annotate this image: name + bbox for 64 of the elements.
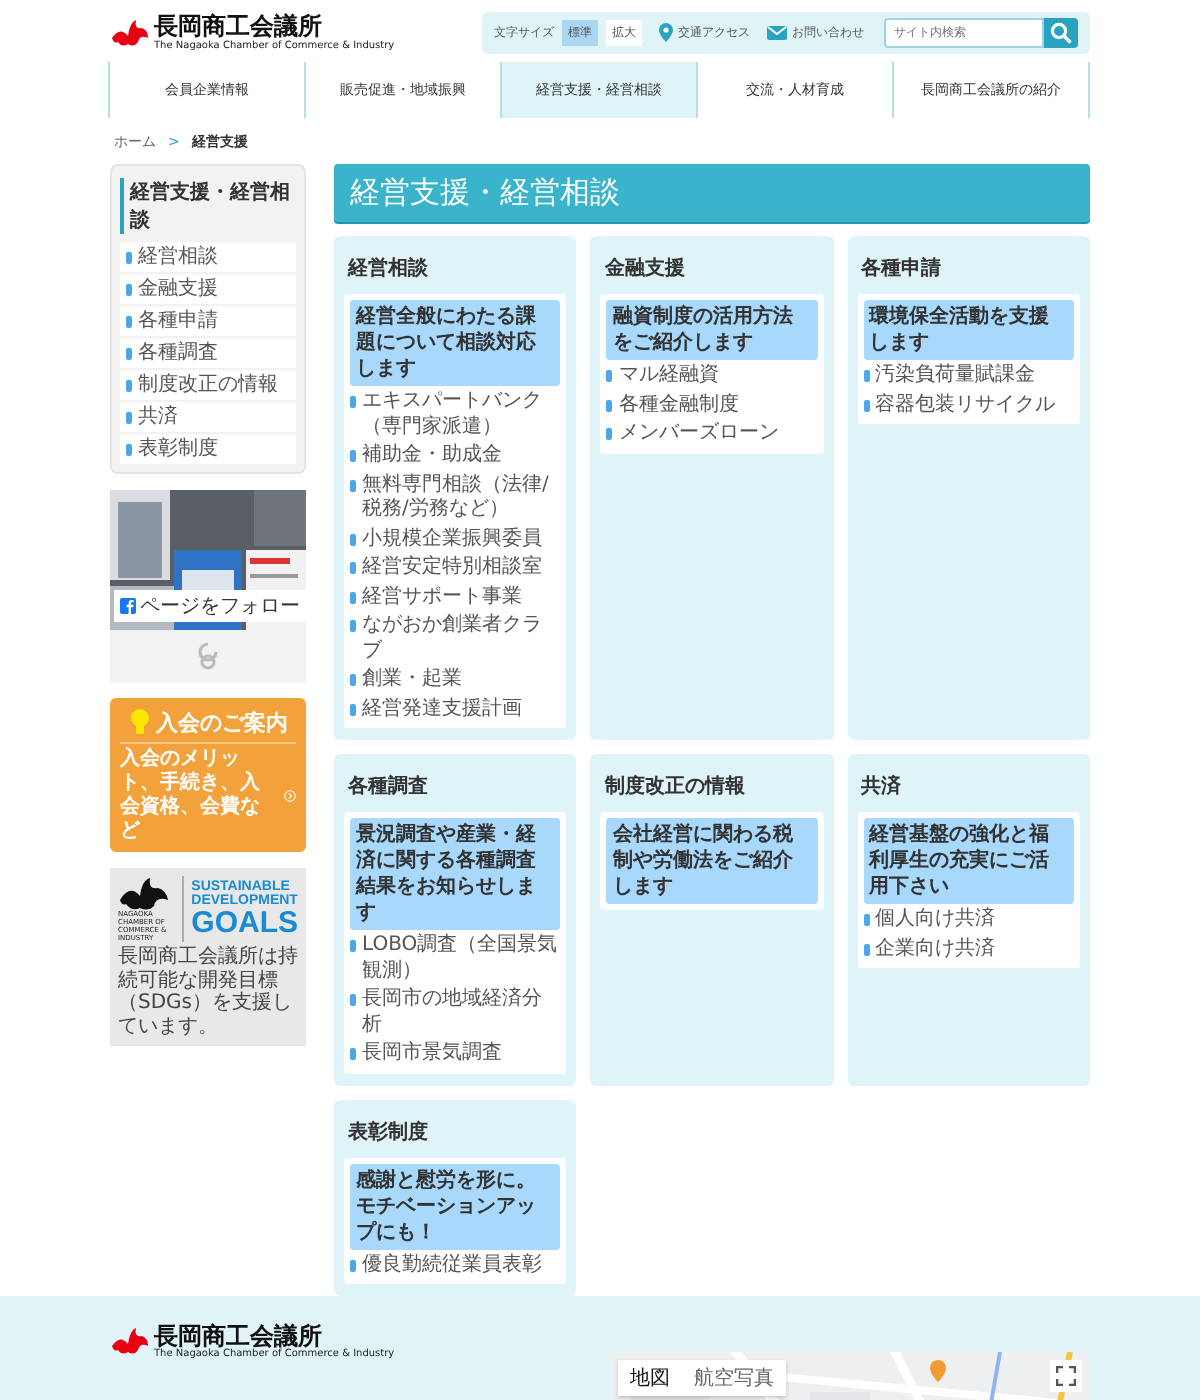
sidebar-item[interactable]: 各種申請 [120,306,296,336]
logo-name: 長岡商工会議所 [154,1324,322,1350]
follow-button[interactable]: ページをフォロー [114,590,306,622]
page-title: 経営支援・経営相談 [334,164,1090,222]
section-link[interactable]: ながおか創業者クラブ [350,614,561,664]
section-title: 各種申請 [861,255,944,282]
section-link[interactable]: 小規模企業振興委員 [350,527,561,552]
section-intro: 感謝と慰労を形に。モチベーションアップにも！ [350,1163,561,1249]
map-pin-icon [658,22,674,44]
section-title: 共済 [861,772,904,800]
section-intro: 経営基盤の強化と福利厚生の充実にご活用下さい [863,818,1074,904]
logo-name: 長岡商工会議所 [154,14,322,41]
sidebar-title: 経営支援・経営相談 [120,178,296,234]
section-link[interactable]: 長岡市景気調査 [350,1042,561,1067]
join-text: 入会のメリット、手続き、入会資格、会費など [120,748,262,844]
sidebar-item[interactable]: 共済 [120,402,296,432]
section-link[interactable]: メンバーズローン [606,422,818,447]
section-title: 各種調査 [348,772,430,800]
mail-icon [766,24,788,42]
logo-mark-icon [110,17,150,49]
section-intro: 景況調査や産業・経済に関する各種調査結果をお知らせします [350,818,561,930]
sidebar-item[interactable]: 表彰制度 [120,434,296,464]
section-title: 制度改正の情報 [604,772,747,800]
section-link[interactable]: 汚染負荷量賦課金 [863,364,1074,389]
fullscreen-button[interactable] [1050,1360,1082,1392]
section-intro: 融資制度の活用方法をご紹介します [606,300,818,360]
fullscreen-icon [1056,1366,1076,1386]
section-link[interactable]: 優良勤続従業員表彰 [350,1253,561,1278]
lightbulb-icon [128,706,152,738]
sidebar-item[interactable]: 制度改正の情報 [120,370,296,400]
sdgs-text: GOALS [191,908,298,939]
facebook-icon [120,598,136,614]
map-type-button[interactable]: 地図 [618,1360,682,1396]
section-link[interactable]: 各種金融制度 [606,393,818,418]
logo-mark-icon [118,876,170,912]
section-intro: 会社経営に関わる税制や労働法をご紹介します [606,818,818,904]
section-link[interactable]: 無料専門相談（法律/税務/労務など） [350,473,561,523]
section-link[interactable]: LOBO調査（全国景気観測） [350,934,561,984]
section-link[interactable]: 経営サポート事業 [350,585,561,610]
join-title: 入会のご案内 [156,707,288,737]
section-link[interactable]: 長岡市の地域経済分析 [350,988,561,1038]
section-link[interactable]: 経営発達支援計画 [350,697,561,722]
section-title: 金融支援 [604,255,687,282]
section-link[interactable]: 補助金・助成金 [350,444,561,469]
map-type-button[interactable]: 航空写真 [682,1360,786,1396]
section-link[interactable]: 創業・起業 [350,668,561,693]
section-link[interactable]: 経営安定特別相談室 [350,556,561,581]
loading-icon [198,642,218,670]
search-icon [1050,22,1072,44]
section-title: 表彰制度 [348,1118,430,1145]
section-intro: 経営全般にわたる課題について相談対応します [350,300,561,386]
section-intro: 環境保全活動を支援します [863,300,1074,360]
sidebar-item[interactable]: 金融支援 [120,274,296,304]
section-link[interactable]: 容器包装リサイクル [863,393,1074,418]
search-button[interactable] [1044,18,1078,48]
section-link[interactable]: 個人向け共済 [863,908,1074,933]
section-title: 経営相談 [348,255,430,282]
sidebar-item[interactable]: 各種調査 [120,338,296,368]
sidebar-item[interactable]: 経営相談 [120,242,296,272]
sdgs-note: 長岡商工会議所は持続可能な開発目標（SDGs）を支援しています。 [118,946,298,1039]
section-link[interactable]: マル経融資 [606,364,818,389]
logo-mark-icon [110,1326,150,1359]
section-link[interactable]: 企業向け共済 [863,937,1074,962]
section-link[interactable]: エキスパートバンク（専門家派遣） [350,390,561,440]
